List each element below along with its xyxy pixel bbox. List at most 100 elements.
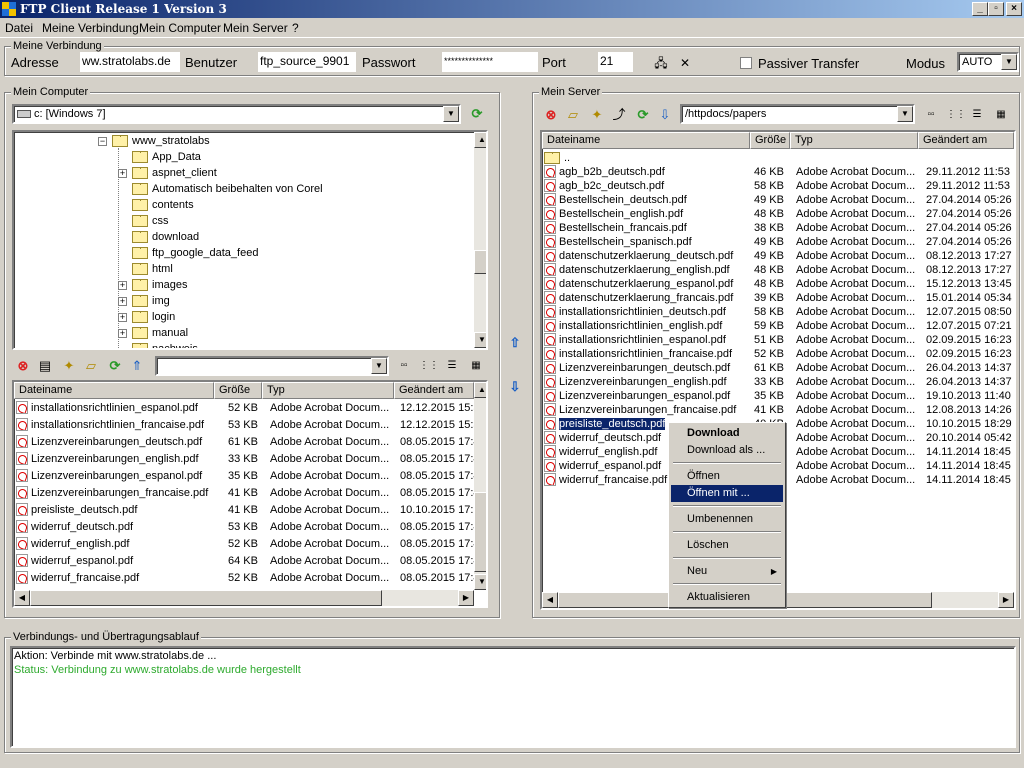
menu-mein-computer[interactable]: Mein Computer	[139, 21, 221, 35]
table-row[interactable]: Lizenzvereinbarungen_english.pdf 33 KB Ado…	[16, 452, 480, 466]
tree-item[interactable]: login	[132, 310, 175, 324]
table-row[interactable]: Lizenzvereinbarungen_deutsch.pdf 61 KB Ado…	[544, 361, 1014, 375]
scroll-left-icon[interactable]: ◀	[542, 592, 558, 608]
up-folder-icon[interactable]: ⤴	[610, 106, 628, 124]
table-row[interactable]: widerruf_deutsch.pdf 53 KB Adobe Acrobat D…	[16, 520, 480, 534]
menu-item-oeffnen[interactable]: Öffnen	[671, 468, 783, 485]
close-button[interactable]: ×	[1006, 2, 1022, 16]
scroll-up-icon[interactable]: ▲	[474, 132, 486, 148]
tree-item[interactable]: aspnet_client	[132, 166, 217, 180]
tree-item[interactable]: contents	[132, 198, 194, 212]
table-row[interactable]: Lizenzvereinbarungen_deutsch.pdf 61 KB Ado…	[16, 435, 480, 449]
col-typ[interactable]: Typ	[262, 382, 394, 399]
view-list-icon[interactable]: ☰	[968, 106, 986, 124]
scroll-right-icon[interactable]: ▶	[998, 592, 1014, 608]
menu-item-download-als[interactable]: Download als ...	[671, 442, 783, 459]
view-large-icon[interactable]: ▫▫	[922, 106, 940, 124]
passive-transfer-checkbox[interactable]	[740, 57, 752, 69]
table-row[interactable]: Lizenzvereinbarungen_francaise.pdf 41 KB A…	[16, 486, 480, 500]
download-arrow-icon[interactable]: ⇩	[506, 378, 524, 396]
table-row[interactable]: preisliste_deutsch.pdf 41 KB Adobe Acrobat…	[16, 503, 480, 517]
tree-item[interactable]: App_Data	[132, 150, 201, 164]
table-row[interactable]: Lizenzvereinbarungen_francaise.pdf 41 KB A…	[544, 403, 1014, 417]
address-input[interactable]: ww.stratolabs.de	[80, 52, 180, 72]
download-arrow-icon[interactable]: ⇩	[656, 106, 674, 124]
delete-icon[interactable]: ⊗	[14, 357, 32, 375]
port-input[interactable]: 21	[598, 52, 633, 72]
table-row[interactable]: widerruf_english.pdf 52 KB Adobe Acrobat D…	[16, 537, 480, 551]
table-row[interactable]: datenschutzerklaerung_francais.pdf 39 KB A…	[544, 291, 1014, 305]
refresh-icon[interactable]: ⟳	[468, 105, 486, 123]
view-details-icon[interactable]: ▦	[467, 357, 485, 375]
view-details-icon[interactable]: ▦	[992, 106, 1010, 124]
view-large-icon[interactable]: ▫▫	[395, 357, 413, 375]
table-row[interactable]: widerruf_francaise.pdf 52 KB Adobe Acrobat…	[16, 571, 480, 585]
delete-icon[interactable]: ⊗	[542, 106, 560, 124]
table-row[interactable]: installationsrichtlinien_espanol.pdf 52 K…	[16, 401, 480, 415]
expand-icon[interactable]: +	[118, 297, 127, 306]
open-folder-icon[interactable]: ▱	[82, 357, 100, 375]
menu-help[interactable]: ?	[292, 21, 299, 35]
col-dateiname[interactable]: Dateiname	[14, 382, 214, 399]
upload-arrow-icon[interactable]: ⇧	[506, 334, 524, 352]
refresh-icon[interactable]: ⟳	[634, 106, 652, 124]
menu-item-loeschen[interactable]: Löschen	[671, 537, 783, 554]
view-small-icon[interactable]: ⋮⋮	[946, 106, 966, 124]
expand-icon[interactable]: +	[118, 329, 127, 338]
tree-scrollbar[interactable]: ▲ ▼	[474, 132, 486, 348]
up-folder-icon[interactable]: ⇑	[128, 357, 146, 375]
user-input[interactable]: ftp_source_9901	[258, 52, 356, 72]
remote-path-select[interactable]: /httpdocs/papers ▼	[680, 104, 915, 124]
table-row[interactable]: installationsrichtlinien_espanol.pdf 51 K…	[544, 333, 1014, 347]
view-small-icon[interactable]: ⋮⋮	[419, 357, 439, 375]
table-row[interactable]: Bestellschein_deutsch.pdf 49 KB Adobe Acro…	[544, 193, 1014, 207]
local-hscrollbar[interactable]: ◀ ▶	[14, 590, 474, 606]
disconnect-icon[interactable]: ✕	[676, 54, 694, 72]
mode-select[interactable]: AUTO ▼	[957, 52, 1019, 72]
tree-item[interactable]: download	[132, 230, 199, 244]
refresh-icon[interactable]: ⟳	[106, 357, 124, 375]
tree-item[interactable]: html	[132, 262, 173, 276]
col-geaendert[interactable]: Geändert am	[918, 132, 1014, 149]
menu-item-umbenennen[interactable]: Umbenennen	[671, 511, 783, 528]
table-row[interactable]: widerruf_espanol.pdf 64 KB Adobe Acrobat D…	[16, 554, 480, 568]
password-input[interactable]: **************	[442, 52, 538, 72]
menu-item-aktualisieren[interactable]: Aktualisieren	[671, 589, 783, 606]
table-row[interactable]: datenschutzerklaerung_deutsch.pdf 49 KB Ad…	[544, 249, 1014, 263]
properties-icon[interactable]: ▤	[36, 357, 54, 375]
menu-item-neu[interactable]: Neu ▶	[671, 563, 783, 580]
collapse-icon[interactable]: −	[98, 137, 107, 146]
scroll-up-icon[interactable]: ▲	[474, 382, 486, 398]
scroll-down-icon[interactable]: ▼	[474, 574, 486, 590]
new-folder-icon[interactable]: ✦	[588, 106, 606, 124]
scroll-thumb[interactable]	[30, 590, 382, 606]
menu-item-oeffnen-mit[interactable]: Öffnen mit ...	[671, 485, 783, 502]
local-path-select[interactable]: ▼	[155, 356, 389, 376]
col-typ[interactable]: Typ	[790, 132, 918, 149]
expand-icon[interactable]: +	[118, 313, 127, 322]
table-row[interactable]: datenschutzerklaerung_espanol.pdf 48 KB Ad…	[544, 277, 1014, 291]
local-vscrollbar[interactable]: ▲ ▼	[474, 382, 486, 590]
tree-item[interactable]: ftp_google_data_feed	[132, 246, 258, 260]
menu-meine-verbindung[interactable]: Meine Verbindung	[42, 21, 139, 35]
table-row[interactable]: Bestellschein_english.pdf 48 KB Adobe Acro…	[544, 207, 1014, 221]
tree-item[interactable]: Automatisch beibehalten von Corel	[132, 182, 323, 196]
table-row[interactable]: Lizenzvereinbarungen_english.pdf 33 KB Ado…	[544, 375, 1014, 389]
table-row[interactable]: installationsrichtlinien_deutsch.pdf 58 K…	[544, 305, 1014, 319]
table-row[interactable]: agb_b2b_deutsch.pdf 46 KB Adobe Acrobat Do…	[544, 165, 1014, 179]
connect-icon[interactable]: 🖧	[652, 54, 670, 72]
scroll-right-icon[interactable]: ▶	[458, 590, 474, 606]
table-row[interactable]: Lizenzvereinbarungen_espanol.pdf 35 KB Ado…	[544, 389, 1014, 403]
expand-icon[interactable]: +	[118, 169, 127, 178]
tree-item[interactable]: nachweis	[132, 342, 198, 348]
col-groesse[interactable]: Größe	[750, 132, 790, 149]
menu-item-download[interactable]: Download	[671, 425, 783, 442]
scroll-down-icon[interactable]: ▼	[474, 332, 486, 348]
expand-icon[interactable]: +	[118, 281, 127, 290]
drive-select[interactable]: c: [Windows 7] ▼	[12, 104, 461, 124]
tree-item[interactable]: images	[132, 278, 187, 292]
col-geaendert[interactable]: Geändert am	[394, 382, 474, 399]
view-list-icon[interactable]: ☰	[443, 357, 461, 375]
parent-dir-row[interactable]: ..	[544, 151, 570, 165]
col-dateiname[interactable]: Dateiname	[542, 132, 750, 149]
